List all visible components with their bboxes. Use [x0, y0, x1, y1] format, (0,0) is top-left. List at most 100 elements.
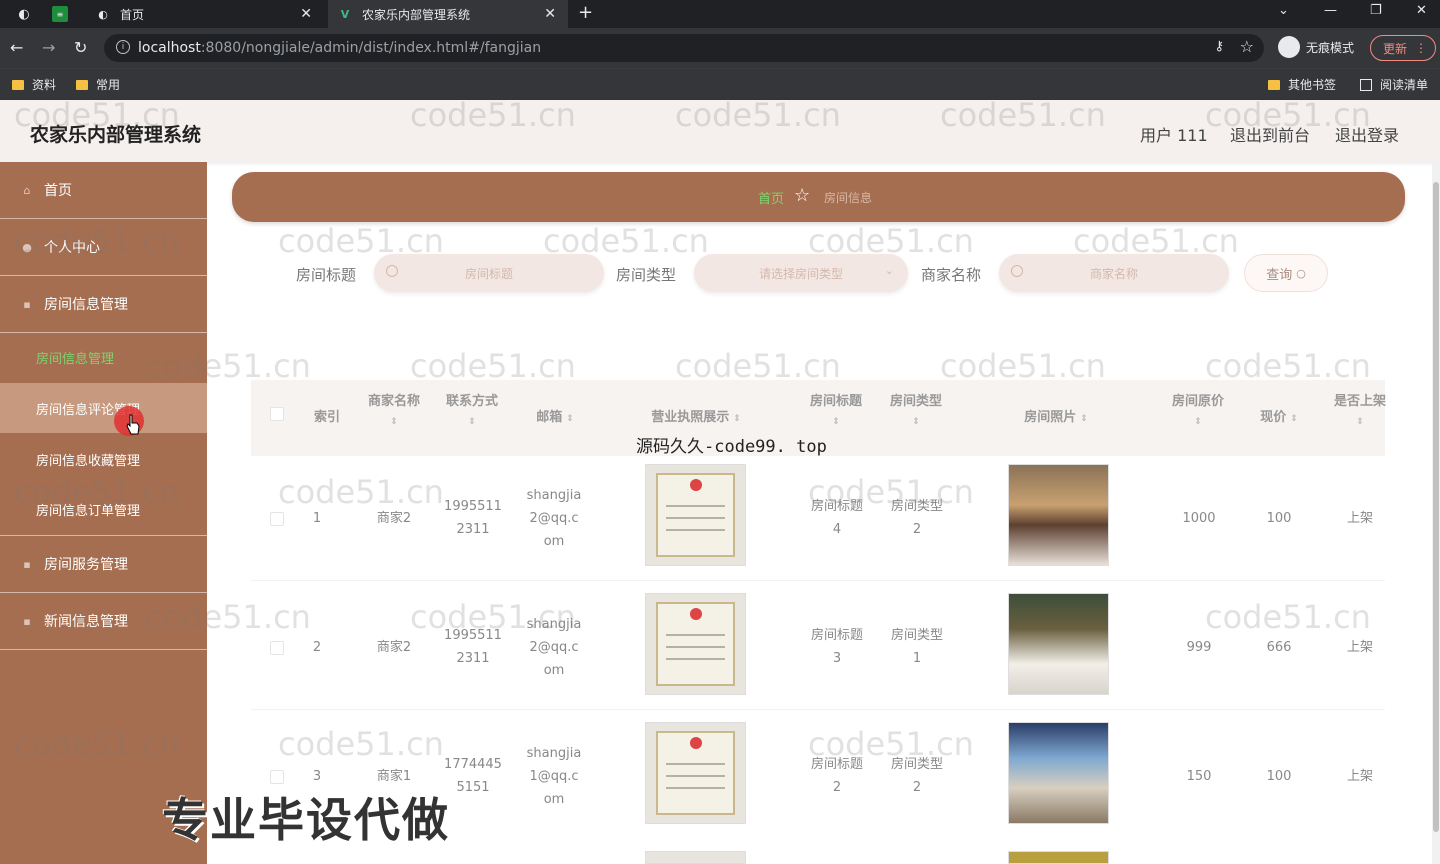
- room-photo[interactable]: [1008, 851, 1109, 864]
- cell-line: om: [543, 663, 565, 678]
- th-merchant[interactable]: 商家名称 ⇕: [359, 390, 429, 427]
- sort-icon[interactable]: ⇕: [1163, 417, 1233, 427]
- license-image[interactable]: [645, 851, 746, 864]
- tab-active[interactable]: V 农家乐内部管理系统 ✕: [328, 0, 568, 28]
- sheet-tab-icon[interactable]: ≡: [52, 6, 68, 22]
- cell-line: 房间类型: [890, 628, 943, 643]
- text-line: [666, 505, 725, 507]
- sidebar-sub-label: 房间信息管理: [36, 351, 115, 367]
- source-overlay-text: 源码久久-code99. top: [636, 437, 827, 457]
- room-photo[interactable]: [1008, 593, 1109, 695]
- bookmark-folder-other[interactable]: 其他书签: [1268, 76, 1336, 93]
- room-title-input[interactable]: 房间标题: [374, 254, 604, 292]
- sort-icon[interactable]: ⇕: [881, 417, 951, 427]
- sort-icon[interactable]: ⇕: [437, 417, 507, 427]
- th-price[interactable]: 现价 ⇕: [1243, 406, 1315, 425]
- sort-icon[interactable]: ⇕: [566, 414, 574, 424]
- minimize-icon[interactable]: —: [1324, 3, 1337, 18]
- th-label: 营业执照展示: [651, 410, 730, 425]
- th-orig-price[interactable]: 房间原价 ⇕: [1163, 390, 1233, 427]
- sidebar-item-news[interactable]: ▪ 新闻信息管理: [0, 593, 207, 650]
- th-type[interactable]: 房间类型 ⇕: [881, 390, 951, 427]
- sidebar-item-room-info[interactable]: ▪ 房间信息管理: [0, 276, 207, 333]
- incognito-indicator[interactable]: 无痕模式: [1278, 36, 1354, 58]
- sort-icon[interactable]: ⇕: [1325, 417, 1395, 427]
- room-type-select[interactable]: 请选择房间类型 ⌄: [694, 254, 908, 292]
- th-title[interactable]: 房间标题 ⇕: [801, 390, 871, 427]
- sort-icon[interactable]: ⇕: [801, 417, 871, 427]
- tab-home[interactable]: ◐ 首页 ✕: [86, 0, 324, 28]
- th-contact[interactable]: 联系方式 ⇕: [437, 390, 507, 427]
- restore-icon[interactable]: ❐: [1370, 3, 1382, 18]
- cell-line: 房间类型: [890, 757, 943, 772]
- address-input[interactable]: i localhost:8080/nongjiale/admin/dist/in…: [104, 34, 1264, 62]
- sort-icon[interactable]: ⇕: [733, 414, 741, 424]
- select-all-checkbox[interactable]: [270, 407, 284, 421]
- home-icon: ⌂: [23, 183, 31, 197]
- sidebar-sub-label: 房间信息收藏管理: [36, 453, 141, 469]
- scrollbar-thumb[interactable]: [1433, 182, 1439, 832]
- sidebar-sub-label: 房间信息订单管理: [36, 504, 141, 519]
- sidebar-sub-room-favorites[interactable]: 房间信息收藏管理: [0, 434, 207, 484]
- sidebar-item-room-service[interactable]: ▪ 房间服务管理: [0, 536, 207, 593]
- back-icon[interactable]: ←: [10, 38, 23, 57]
- breadcrumb-home[interactable]: 首页: [758, 188, 784, 207]
- bookmark-folder[interactable]: 常用: [76, 76, 120, 93]
- th-license[interactable]: 营业执照展示 ⇕: [631, 406, 761, 425]
- license-image[interactable]: [645, 593, 746, 695]
- license-image[interactable]: [645, 722, 746, 824]
- th-email[interactable]: 邮箱 ⇕: [515, 406, 595, 425]
- sort-icon[interactable]: ⇕: [1080, 414, 1088, 424]
- cell-line: shangjia: [526, 746, 582, 761]
- cell-on-shelf: 上架: [1346, 769, 1373, 784]
- query-button[interactable]: 查询 ○: [1244, 254, 1328, 292]
- cell-email: shangjia 2@qq.c om: [515, 484, 593, 553]
- cell-orig-price: 1000: [1182, 511, 1216, 526]
- sidebar-item-profile[interactable]: ● 个人中心: [0, 219, 207, 276]
- breadcrumb: 首页 ☆ 房间信息: [232, 172, 1405, 222]
- text-line: [666, 658, 725, 660]
- sort-icon[interactable]: ⇕: [359, 417, 429, 427]
- logout-link[interactable]: 退出登录: [1335, 122, 1399, 146]
- close-tab-icon[interactable]: ✕: [300, 6, 312, 22]
- key-icon[interactable]: ⚷: [1214, 39, 1224, 54]
- merchant-name-input[interactable]: 商家名称: [999, 254, 1229, 292]
- th-on-shelf[interactable]: 是否上架 ⇕: [1325, 390, 1395, 427]
- page-scrollbar[interactable]: [1432, 162, 1440, 864]
- reading-list[interactable]: 阅读清单: [1360, 76, 1428, 93]
- watermark: code51.cn: [1205, 598, 1371, 636]
- row-checkbox[interactable]: [270, 770, 284, 784]
- sidebar-sub-room-info[interactable]: 房间信息管理: [0, 332, 207, 382]
- cell-line: 2: [912, 522, 922, 537]
- url-path: :8080/nongjiale/admin/dist/index.html#/f…: [200, 40, 542, 56]
- row-checkbox[interactable]: [270, 512, 284, 526]
- close-tab-icon[interactable]: ✕: [544, 6, 556, 22]
- sidebar-sub-room-orders[interactable]: 房间信息订单管理: [0, 484, 207, 536]
- new-tab-icon[interactable]: +: [578, 2, 593, 23]
- incognito-icon: [1278, 36, 1300, 58]
- cell-line: 房间标题: [810, 757, 863, 772]
- close-window-icon[interactable]: ✕: [1416, 3, 1427, 18]
- license-image[interactable]: [645, 464, 746, 566]
- room-photo[interactable]: [1008, 722, 1109, 824]
- info-icon[interactable]: i: [116, 40, 130, 54]
- sidebar-sub-room-comments[interactable]: 房间信息评论管理: [0, 383, 207, 433]
- reload-icon[interactable]: ↻: [74, 38, 87, 57]
- back-to-front-link[interactable]: 退出到前台: [1230, 122, 1310, 146]
- seal-icon: [690, 737, 702, 749]
- row-checkbox[interactable]: [270, 641, 284, 655]
- tab-search-icon[interactable]: ⌄: [1278, 3, 1289, 18]
- room-photo[interactable]: [1008, 464, 1109, 566]
- search-icon: ○: [1296, 266, 1306, 280]
- th-photo[interactable]: 房间照片 ⇕: [1001, 406, 1111, 425]
- seal-icon: [690, 479, 702, 491]
- cell-line: 2: [912, 780, 922, 795]
- update-button[interactable]: 更新 ⋮: [1370, 35, 1436, 61]
- sort-icon[interactable]: ⇕: [1290, 414, 1298, 424]
- bookmark-folder[interactable]: 资料: [12, 76, 56, 93]
- bookmark-star-icon[interactable]: ☆: [1240, 37, 1254, 56]
- globe-icon[interactable]: ◐: [14, 4, 34, 24]
- forward-icon[interactable]: →: [42, 38, 55, 57]
- sidebar-item-home[interactable]: ⌂ 首页: [0, 162, 207, 219]
- cell-price: 100: [1266, 769, 1292, 784]
